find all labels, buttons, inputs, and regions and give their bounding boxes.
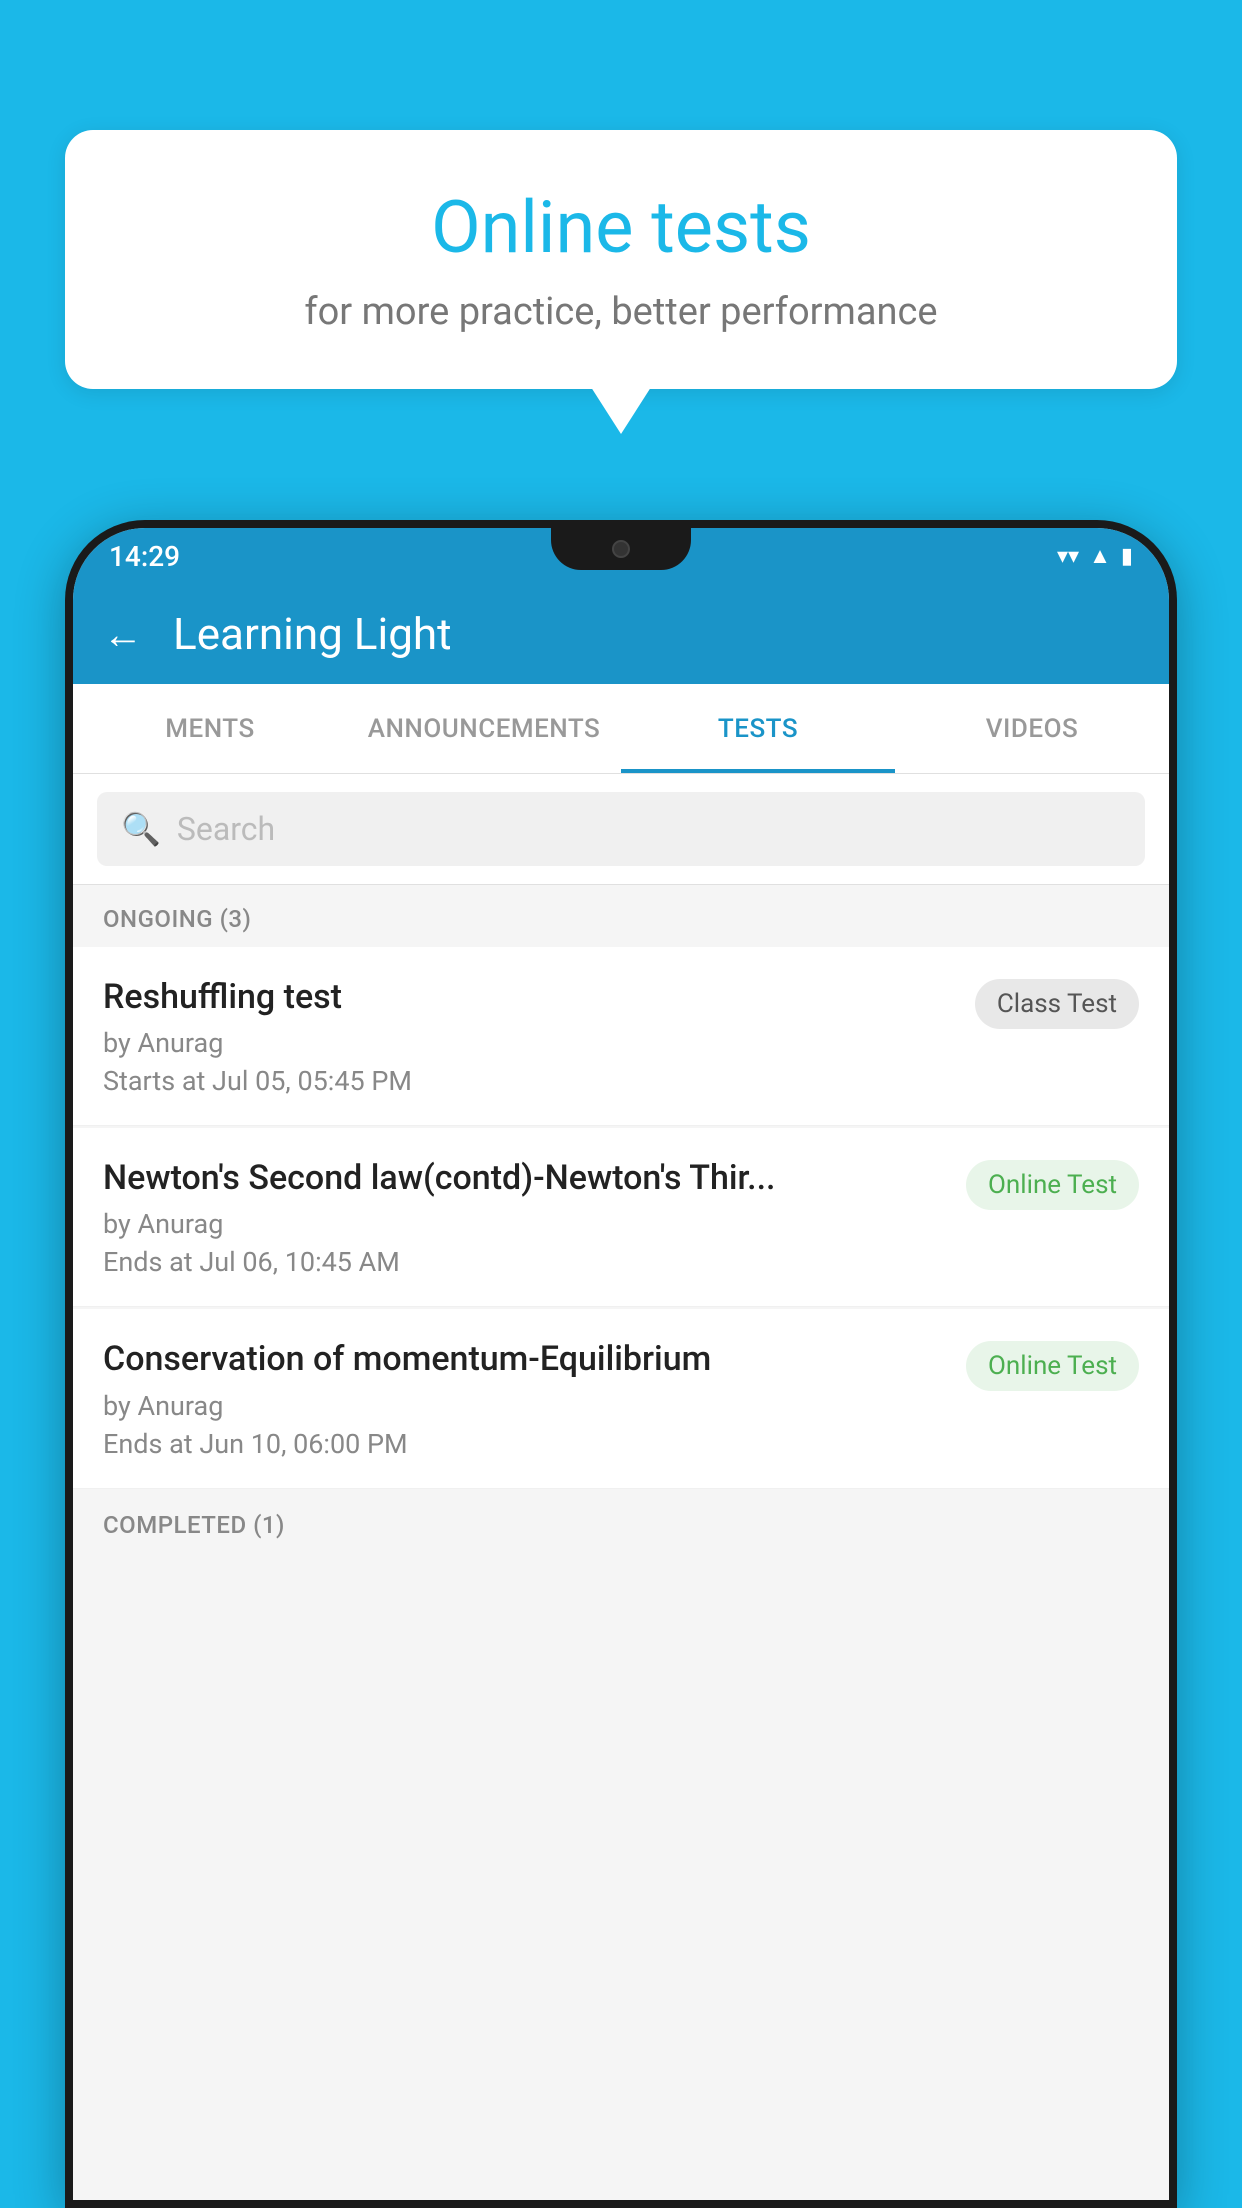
phone-screen: 14:29 ▾▾ ▲ ▮ ← Learning Light MENTS ANNO… — [73, 528, 1169, 2200]
item-date: Starts at Jul 05, 05:45 PM — [103, 1065, 955, 1097]
completed-section-header: COMPLETED (1) — [73, 1491, 1169, 1553]
tab-ments[interactable]: MENTS — [73, 684, 347, 773]
item-date: Ends at Jun 10, 06:00 PM — [103, 1428, 946, 1460]
search-container: 🔍 Search — [73, 774, 1169, 885]
app-header: ← Learning Light — [73, 584, 1169, 684]
tabs-bar: MENTS ANNOUNCEMENTS TESTS VIDEOS — [73, 684, 1169, 774]
item-author: by Anurag — [103, 1027, 955, 1059]
bubble-title: Online tests — [125, 185, 1117, 270]
list-content: ONGOING (3) Reshuffling test by Anurag S… — [73, 885, 1169, 2200]
notch — [551, 528, 691, 570]
signal-icon: ▲ — [1089, 543, 1111, 569]
item-author: by Anurag — [103, 1208, 946, 1240]
item-title: Conservation of momentum-Equilibrium — [103, 1337, 946, 1381]
speech-bubble-container: Online tests for more practice, better p… — [65, 130, 1177, 389]
online-test-badge: Online Test — [966, 1341, 1139, 1391]
search-placeholder: Search — [177, 810, 275, 848]
wifi-icon: ▾▾ — [1057, 544, 1079, 569]
item-author: by Anurag — [103, 1390, 946, 1422]
tab-announcements[interactable]: ANNOUNCEMENTS — [347, 684, 621, 773]
speech-bubble: Online tests for more practice, better p… — [65, 130, 1177, 389]
phone-frame: 14:29 ▾▾ ▲ ▮ ← Learning Light MENTS ANNO… — [65, 520, 1177, 2208]
item-content: Newton's Second law(contd)-Newton's Thir… — [103, 1156, 966, 1278]
item-content: Reshuffling test by Anurag Starts at Jul… — [103, 975, 975, 1097]
search-icon: 🔍 — [121, 810, 161, 848]
class-test-badge: Class Test — [975, 979, 1139, 1029]
camera-dot — [612, 540, 630, 558]
search-bar[interactable]: 🔍 Search — [97, 792, 1145, 866]
status-icons: ▾▾ ▲ ▮ — [1057, 543, 1133, 569]
back-button[interactable]: ← — [103, 611, 143, 658]
ongoing-section-header: ONGOING (3) — [73, 885, 1169, 947]
status-time: 14:29 — [109, 540, 180, 573]
list-item[interactable]: Conservation of momentum-Equilibrium by … — [73, 1309, 1169, 1488]
bubble-subtitle: for more practice, better performance — [125, 290, 1117, 334]
list-item[interactable]: Reshuffling test by Anurag Starts at Jul… — [73, 947, 1169, 1126]
app-title: Learning Light — [173, 608, 452, 660]
list-item[interactable]: Newton's Second law(contd)-Newton's Thir… — [73, 1128, 1169, 1307]
tab-tests[interactable]: TESTS — [621, 684, 895, 773]
item-title: Reshuffling test — [103, 975, 955, 1019]
item-date: Ends at Jul 06, 10:45 AM — [103, 1246, 946, 1278]
item-content: Conservation of momentum-Equilibrium by … — [103, 1337, 966, 1459]
tab-videos[interactable]: VIDEOS — [895, 684, 1169, 773]
battery-icon: ▮ — [1121, 544, 1133, 569]
status-bar: 14:29 ▾▾ ▲ ▮ — [73, 528, 1169, 584]
online-test-badge: Online Test — [966, 1160, 1139, 1210]
item-title: Newton's Second law(contd)-Newton's Thir… — [103, 1156, 946, 1200]
